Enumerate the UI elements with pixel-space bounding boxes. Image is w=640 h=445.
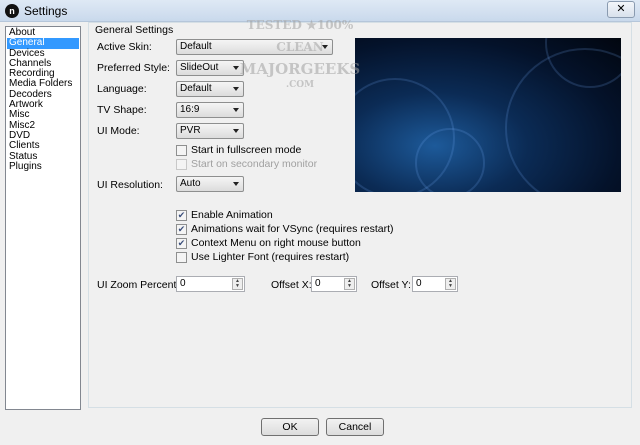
check-icon: ✔ [176,223,187,235]
preferred-style-label: Preferred Style: [97,62,170,74]
offset-x-value: 0 [315,278,321,289]
chevron-down-icon [233,182,239,186]
enable-animation-checkbox[interactable]: ✔ Enable Animation [176,209,273,221]
ui-resolution-label: UI Resolution: [97,179,163,191]
offset-x-label: Offset X: [271,279,312,291]
window-title: Settings [24,4,68,18]
context-menu-label: Context Menu on right mouse button [191,237,361,249]
language-value: Default [180,83,212,94]
offset-y-label: Offset Y: [371,279,411,291]
ok-button[interactable]: OK [261,418,319,436]
group-title: General Settings [95,24,174,36]
secondary-monitor-label: Start on secondary monitor [191,158,318,170]
vsync-checkbox[interactable]: ✔ Animations wait for VSync (requires res… [176,223,393,235]
ui-zoom-label: UI Zoom Percent: [97,279,180,291]
app-icon: n [5,4,19,18]
lighter-font-label: Use Lighter Font (requires restart) [191,251,350,263]
ui-zoom-value: 0 [180,278,186,289]
active-skin-label: Active Skin: [97,41,152,53]
preferred-style-value: SlideOut [180,62,219,73]
chevron-down-icon [233,108,239,112]
check-icon: ✔ [176,209,187,221]
ui-zoom-spinner[interactable]: 0 ▲ ▼ [176,276,245,292]
lighter-font-checkbox[interactable]: Use Lighter Font (requires restart) [176,251,349,263]
tv-shape-label: TV Shape: [97,104,147,116]
spinner-arrows-icon[interactable]: ▲ ▼ [445,278,456,290]
offset-y-value: 0 [416,278,422,289]
ui-resolution-value: Auto [180,178,201,189]
close-button[interactable]: ✕ [607,1,635,18]
ui-resolution-dropdown[interactable]: Auto [176,176,244,192]
enable-animation-label: Enable Animation [191,209,273,221]
chevron-down-icon [233,129,239,133]
check-icon: ✔ [176,237,187,249]
nav-item-plugins[interactable]: Plugins [7,161,79,172]
vsync-label: Animations wait for VSync (requires rest… [191,223,394,235]
skin-preview-image [355,38,621,192]
checkbox-box [176,251,187,263]
ui-mode-dropdown[interactable]: PVR [176,123,244,139]
fullscreen-checkbox[interactable]: Start in fullscreen mode [176,144,301,156]
tv-shape-value: 16:9 [180,104,200,115]
ui-mode-label: UI Mode: [97,125,140,137]
context-menu-checkbox[interactable]: ✔ Context Menu on right mouse button [176,237,361,249]
fullscreen-label: Start in fullscreen mode [191,144,302,156]
spinner-arrows-icon[interactable]: ▲ ▼ [344,278,355,290]
tv-shape-dropdown[interactable]: 16:9 [176,102,244,118]
language-label: Language: [97,83,147,95]
spinner-arrows-icon[interactable]: ▲ ▼ [232,278,243,290]
ui-mode-value: PVR [180,125,201,136]
secondary-monitor-checkbox: Start on secondary monitor [176,158,317,170]
checkbox-box [176,144,187,156]
settings-category-list[interactable]: About General Devices Channels Recording Medi… [5,26,81,410]
offset-x-spinner[interactable]: 0 ▲ ▼ [311,276,357,292]
cancel-button[interactable]: Cancel [326,418,384,436]
checkbox-box [176,158,187,170]
active-skin-value: Default [180,41,212,52]
watermark: TESTED ★100% CLEAN MAJORGEEKS .COM [239,18,361,90]
offset-y-spinner[interactable]: 0 ▲ ▼ [412,276,458,292]
